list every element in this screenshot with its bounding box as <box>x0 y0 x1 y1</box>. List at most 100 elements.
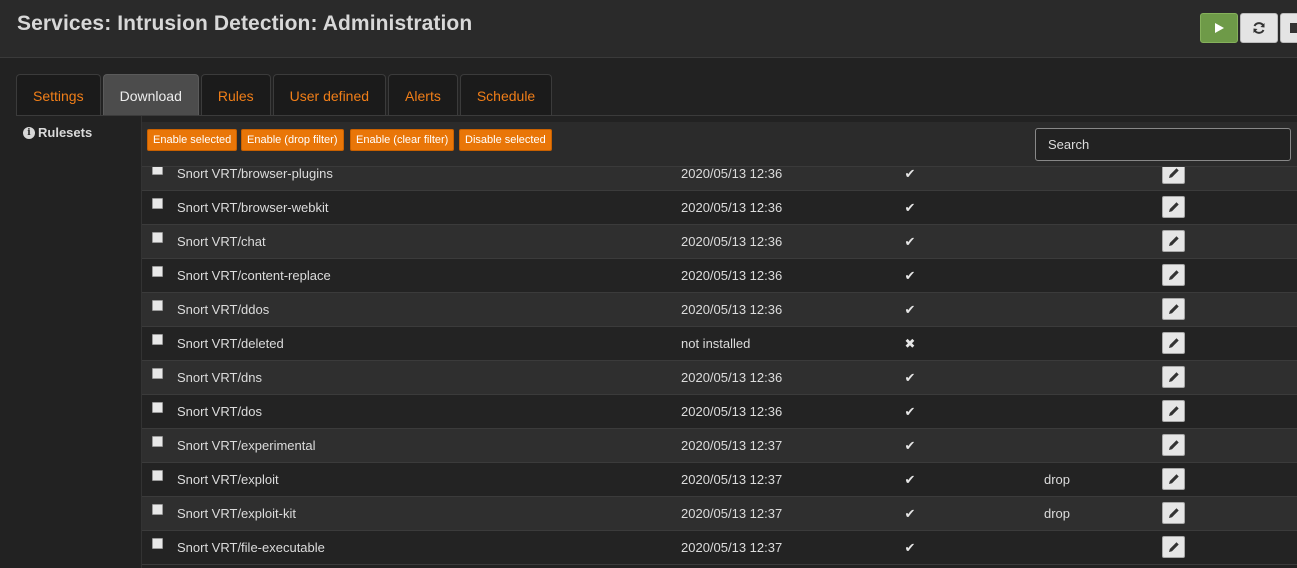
table-row[interactable]: Snort VRT/dos 2020/05/13 12:36 ✔ <box>142 395 1297 429</box>
row-checkbox[interactable] <box>152 402 163 413</box>
ruleset-name: Snort VRT/ddos <box>177 302 270 317</box>
row-checkbox[interactable] <box>152 334 163 345</box>
edit-button[interactable] <box>1162 468 1185 490</box>
ruleset-date: 2020/05/13 12:36 <box>681 167 783 181</box>
pencil-icon <box>1168 304 1179 314</box>
rulesets-label: Rulesets <box>38 125 93 140</box>
ruleset-action: drop <box>1044 472 1071 487</box>
page-header: Services: Intrusion Detection: Administr… <box>0 0 1297 58</box>
ruleset-date: 2020/05/13 12:36 <box>681 370 783 385</box>
table-row[interactable]: Snort VRT/browser-plugins 2020/05/13 12:… <box>142 167 1297 191</box>
tab-settings[interactable]: Settings <box>16 74 101 116</box>
table-row[interactable]: Snort VRT/dns 2020/05/13 12:36 ✔ <box>142 361 1297 395</box>
row-checkbox[interactable] <box>152 436 163 447</box>
check-icon: ✔ <box>904 539 916 555</box>
stop-icon <box>1290 23 1297 33</box>
edit-button[interactable] <box>1162 230 1185 252</box>
ruleset-name: Snort VRT/exploit-kit <box>177 506 296 521</box>
rulesets-table: Snort VRT/browser-plugins 2020/05/13 12:… <box>142 167 1297 568</box>
info-icon[interactable]: i <box>23 126 35 139</box>
edit-button[interactable] <box>1162 196 1185 218</box>
ruleset-date: 2020/05/13 12:36 <box>681 200 783 215</box>
ruleset-name: Snort VRT/browser-plugins <box>177 167 333 181</box>
table-row[interactable]: Snort VRT/deleted not installed ✖ <box>142 327 1297 361</box>
edit-button[interactable] <box>1162 536 1185 558</box>
table-row[interactable]: Snort VRT/browser-webkit 2020/05/13 12:3… <box>142 191 1297 225</box>
ruleset-toolbar: Enable selected Enable (drop filter) Ena… <box>142 122 1297 167</box>
row-checkbox[interactable] <box>152 266 163 277</box>
search-input[interactable] <box>1035 128 1291 161</box>
row-checkbox[interactable] <box>152 538 163 549</box>
pencil-icon <box>1168 440 1179 450</box>
edit-button[interactable] <box>1162 298 1185 320</box>
table-row[interactable]: Snort VRT/exploit 2020/05/13 12:37 ✔ dro… <box>142 463 1297 497</box>
enable-drop-filter-button[interactable]: Enable (drop filter) <box>241 129 344 151</box>
stop-service-button[interactable] <box>1280 13 1297 43</box>
check-icon: ✔ <box>904 437 916 453</box>
row-checkbox[interactable] <box>152 198 163 209</box>
table-row[interactable]: Snort VRT/content-replace 2020/05/13 12:… <box>142 259 1297 293</box>
enable-clear-filter-button[interactable]: Enable (clear filter) <box>350 129 455 151</box>
edit-button[interactable] <box>1162 264 1185 286</box>
disable-selected-button[interactable]: Disable selected <box>459 129 552 151</box>
table-row[interactable]: Snort VRT/exploit-kit 2020/05/13 12:37 ✔… <box>142 497 1297 531</box>
enable-selected-button[interactable]: Enable selected <box>147 129 238 151</box>
tab-bar: Settings Download Rules User defined Ale… <box>16 74 554 116</box>
ruleset-date: 2020/05/13 12:37 <box>681 540 783 555</box>
tab-user-defined[interactable]: User defined <box>272 74 387 116</box>
pencil-icon <box>1168 168 1179 178</box>
row-checkbox[interactable] <box>152 167 163 175</box>
row-checkbox[interactable] <box>152 470 163 481</box>
row-checkbox[interactable] <box>152 368 163 379</box>
check-icon: ✔ <box>904 233 916 249</box>
ruleset-date: 2020/05/13 12:37 <box>681 506 783 521</box>
check-icon: ✔ <box>904 301 916 317</box>
ruleset-name: Snort VRT/deleted <box>177 336 284 351</box>
rulesets-label-wrap: i Rulesets <box>23 125 92 140</box>
ruleset-name: Snort VRT/chat <box>177 234 266 249</box>
reload-icon <box>1253 22 1265 34</box>
table-row[interactable]: Snort VRT/file-executable 2020/05/13 12:… <box>142 531 1297 565</box>
check-icon: ✔ <box>904 167 916 181</box>
ruleset-name: Snort VRT/file-executable <box>177 540 325 555</box>
pencil-icon <box>1168 202 1179 212</box>
tab-schedule[interactable]: Schedule <box>459 74 553 116</box>
tab-download[interactable]: Download <box>102 74 199 116</box>
check-icon: ✔ <box>904 267 916 283</box>
ruleset-date: 2020/05/13 12:36 <box>681 302 783 317</box>
edit-button[interactable] <box>1162 502 1185 524</box>
ruleset-date: not installed <box>681 336 751 351</box>
row-checkbox[interactable] <box>152 232 163 243</box>
ruleset-date: 2020/05/13 12:37 <box>681 438 783 453</box>
check-icon: ✔ <box>904 471 916 487</box>
check-icon: ✔ <box>904 403 916 419</box>
table-row[interactable]: Snort VRT/ddos 2020/05/13 12:36 ✔ <box>142 293 1297 327</box>
row-checkbox[interactable] <box>152 504 163 515</box>
pencil-icon <box>1168 270 1179 280</box>
ruleset-date: 2020/05/13 12:37 <box>681 472 783 487</box>
ruleset-name: Snort VRT/experimental <box>177 438 316 453</box>
edit-button[interactable] <box>1162 167 1185 184</box>
edit-button[interactable] <box>1162 400 1185 422</box>
ruleset-date: 2020/05/13 12:36 <box>681 404 783 419</box>
tab-rules[interactable]: Rules <box>200 74 271 116</box>
table-row[interactable]: Snort VRT/experimental 2020/05/13 12:37 … <box>142 429 1297 463</box>
ruleset-action: drop <box>1044 506 1071 521</box>
check-icon: ✔ <box>904 505 916 521</box>
start-service-button[interactable] <box>1200 13 1238 43</box>
play-icon <box>1215 23 1224 33</box>
ruleset-name: Snort VRT/exploit <box>177 472 279 487</box>
ruleset-name: Snort VRT/browser-webkit <box>177 200 329 215</box>
ruleset-date: 2020/05/13 12:36 <box>681 234 783 249</box>
row-checkbox[interactable] <box>152 300 163 311</box>
pencil-icon <box>1168 474 1179 484</box>
edit-button[interactable] <box>1162 434 1185 456</box>
edit-button[interactable] <box>1162 366 1185 388</box>
tabs-divider <box>16 115 1297 116</box>
table-row[interactable]: Snort VRT/chat 2020/05/13 12:36 ✔ <box>142 225 1297 259</box>
edit-button[interactable] <box>1162 332 1185 354</box>
rulesets-section: i Rulesets <box>16 116 142 568</box>
restart-service-button[interactable] <box>1240 13 1278 43</box>
pencil-icon <box>1168 508 1179 518</box>
tab-alerts[interactable]: Alerts <box>388 74 458 116</box>
